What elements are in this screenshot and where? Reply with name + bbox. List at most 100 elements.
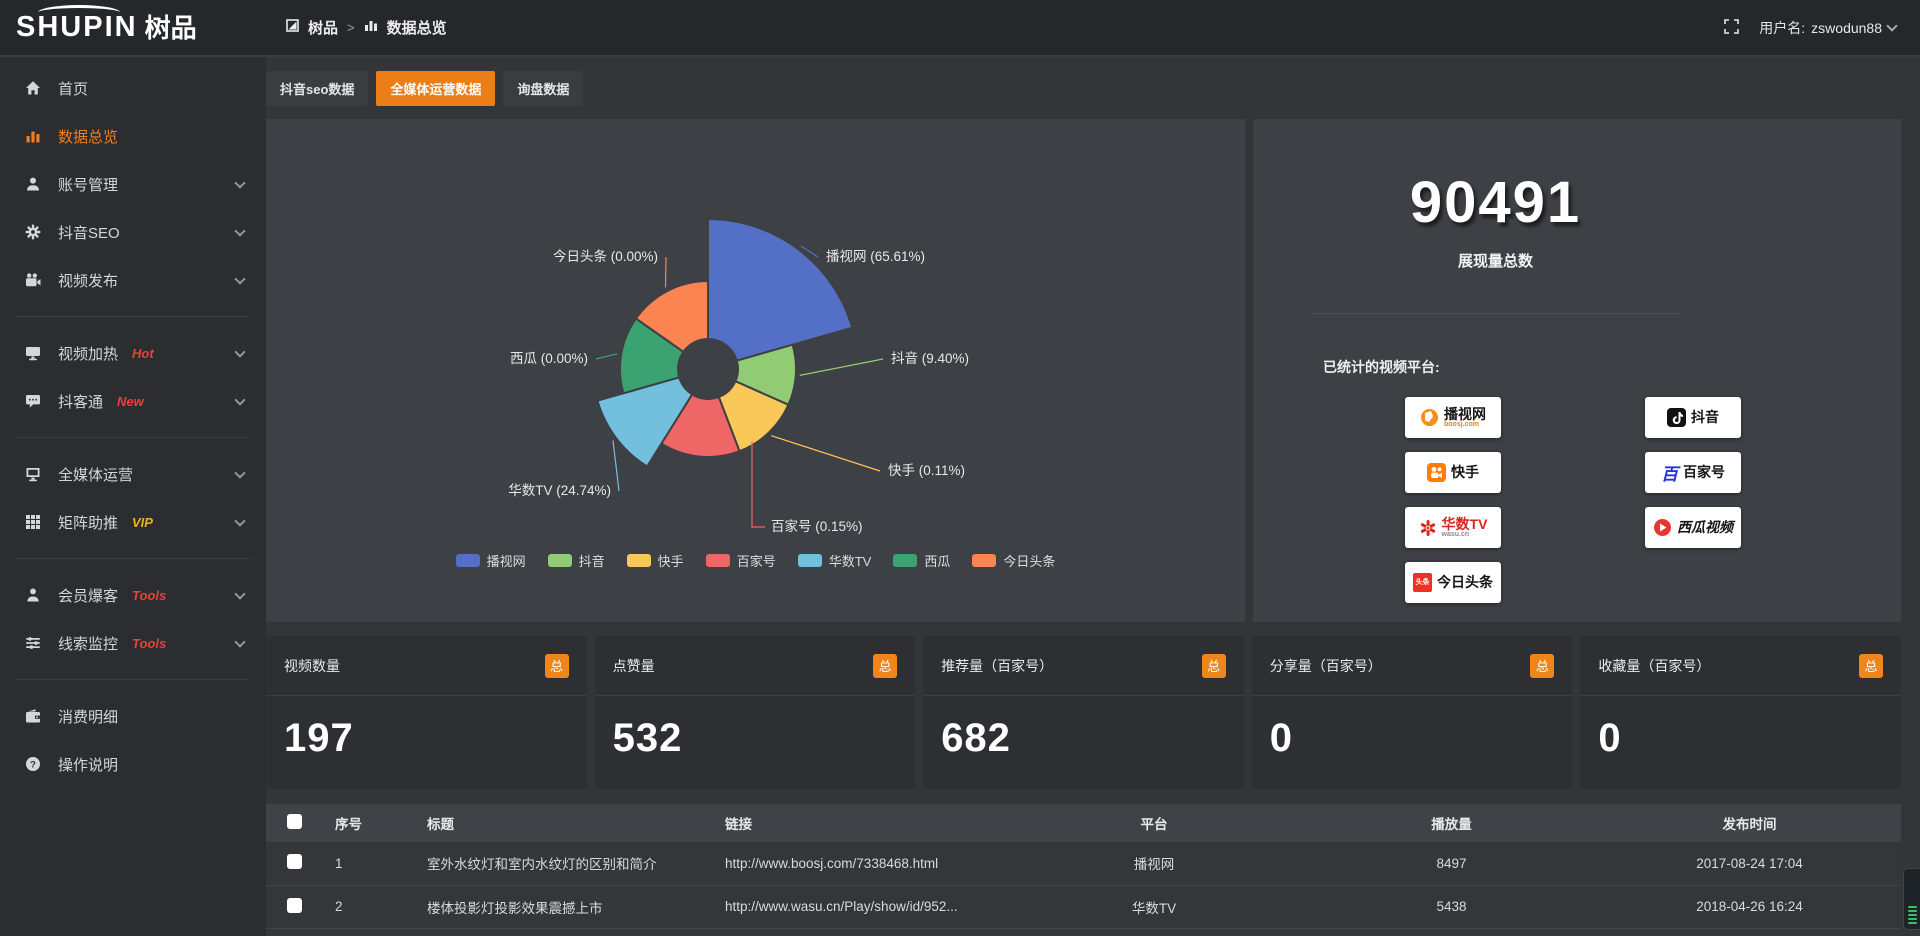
total-badge[interactable]: 总: [545, 654, 569, 678]
total-badge[interactable]: 总: [1202, 654, 1226, 678]
video-title-link[interactable]: 室外水纹灯和室内水纹灯的区别和简介: [415, 842, 713, 885]
video-camera-icon: [24, 271, 42, 289]
data-tabs: 抖音seo数据 全媒体运营数据 询盘数据: [266, 71, 1901, 106]
sidebar-item-account-management[interactable]: 账号管理: [0, 160, 266, 208]
platform-logo-boosj: 播视网 boosj.com: [1405, 397, 1501, 438]
sidebar-item-data-overview[interactable]: 数据总览: [0, 112, 266, 160]
sidebar-item-matrix-boost[interactable]: 矩阵助推 VIP: [0, 498, 266, 546]
pie-label: 华数TV (24.74%): [508, 483, 611, 498]
pie-label: 西瓜 (0.00%): [510, 351, 588, 366]
legend-item-抖音[interactable]: 抖音: [548, 551, 605, 570]
douyin-logo-icon: [1667, 408, 1686, 427]
logo-text-en: SHUPIN: [16, 13, 138, 42]
cell-time: 2018-04-26 16:24: [1598, 885, 1901, 928]
cell-no: 2: [323, 885, 415, 928]
stat-cards-row: 视频数量 总 197 点赞量 总 532 推荐量（百家号） 总 682 分享量（…: [266, 636, 1901, 789]
pie-label: 播视网 (65.61%): [826, 249, 925, 264]
fullscreen-icon[interactable]: [1724, 19, 1739, 37]
sidebar-item-label: 数据总览: [58, 126, 118, 147]
sidebar-item-label: 会员爆客: [58, 585, 118, 606]
legend-item-播视网[interactable]: 播视网: [456, 551, 526, 570]
pie-label-leader: [666, 257, 667, 287]
legend-item-华数TV[interactable]: 华数TV: [798, 551, 872, 570]
video-url-link[interactable]: http://www.boosj.com/7338468.html: [713, 842, 1003, 885]
cell-platform: 播视网: [1003, 842, 1305, 885]
stat-card-title: 分享量（百家号）: [1270, 656, 1382, 676]
legend-label: 华数TV: [829, 551, 872, 570]
sidebar-item-instructions[interactable]: ? 操作说明: [0, 740, 266, 788]
pie-label: 快手 (0.11%): [888, 463, 965, 478]
chevron-down-icon: [234, 394, 245, 405]
toutiao-logo-icon: 头条: [1413, 573, 1432, 592]
sidebar-item-member-baoke[interactable]: 会员爆客 Tools: [0, 571, 266, 619]
row-checkbox[interactable]: [287, 854, 302, 869]
breadcrumb: 树品 > 数据总览: [286, 17, 447, 38]
pie-label: 百家号 (0.15%): [771, 518, 863, 534]
svg-text:?: ?: [30, 759, 36, 770]
breadcrumb-home[interactable]: 树品: [308, 17, 338, 38]
sidebar-item-omnimedia-operation[interactable]: 全媒体运营: [0, 450, 266, 498]
platform-logo-toutiao: 头条 今日头条: [1405, 562, 1501, 603]
tab-omnimedia-data[interactable]: 全媒体运营数据: [376, 71, 495, 106]
legend-item-百家号[interactable]: 百家号: [706, 551, 776, 570]
total-impressions-label: 展现量总数: [1308, 250, 1683, 271]
stat-card-value: 0: [1252, 696, 1573, 761]
browser-plugin-widget[interactable]: [1903, 868, 1920, 930]
pie-label-leader: [752, 441, 765, 527]
pie-slice-播视网[interactable]: [708, 219, 852, 361]
tools-badge: Tools: [132, 636, 166, 651]
platform-name: 快手: [1451, 465, 1479, 480]
bar-chart-icon: [24, 127, 42, 145]
pie-label: 抖音 (9.40%): [891, 350, 969, 366]
summary-panel: 90491 展现量总数 已统计的视频平台: 播视网 boosj.com: [1253, 119, 1901, 622]
stat-card-value: 0: [1580, 696, 1901, 761]
sidebar-item-label: 账号管理: [58, 174, 118, 195]
legend-swatch: [893, 554, 917, 567]
legend-label: 今日头条: [1003, 551, 1055, 570]
total-badge[interactable]: 总: [873, 654, 897, 678]
stat-card-value: 682: [923, 696, 1244, 761]
legend-item-西瓜[interactable]: 西瓜: [893, 551, 950, 570]
question-circle-icon: ?: [24, 755, 42, 773]
legend-item-今日头条[interactable]: 今日头条: [972, 551, 1055, 570]
baijiahao-logo-icon: 百: [1661, 460, 1678, 485]
username-label: 用户名:: [1759, 18, 1805, 38]
stat-card-favorites: 收藏量（百家号） 总 0: [1580, 636, 1901, 789]
sidebar-item-douketong[interactable]: 抖客通 New: [0, 377, 266, 425]
chevron-down-icon: [234, 515, 245, 526]
total-badge[interactable]: 总: [1530, 654, 1554, 678]
video-url-link[interactable]: http://www.wasu.cn/Play/show/id/952...: [713, 885, 1003, 928]
sidebar-item-label: 矩阵助推: [58, 512, 118, 533]
tab-inquiry-data[interactable]: 询盘数据: [503, 71, 583, 106]
sidebar-item-video-heating[interactable]: 视频加热 Hot: [0, 329, 266, 377]
platform-logo-wasu: 华数TV wasu.cn: [1405, 507, 1501, 548]
sidebar-item-home[interactable]: 首页: [0, 64, 266, 112]
legend-item-快手[interactable]: 快手: [627, 551, 684, 570]
chevron-down-icon: [234, 467, 245, 478]
user-menu[interactable]: 用户名: zswodun88: [1759, 18, 1896, 38]
col-header-platform: 平台: [1003, 804, 1305, 842]
stat-card-likes: 点赞量 总 532: [595, 636, 916, 789]
pie-label-leader: [613, 441, 619, 491]
sidebar-item-label: 全媒体运营: [58, 464, 133, 485]
sidebar-item-douyin-seo[interactable]: 抖音SEO: [0, 208, 266, 256]
screen-icon: [24, 465, 42, 483]
green-bar: [1908, 914, 1917, 916]
table-row: 1 室外水纹灯和室内水纹灯的区别和简介 http://www.boosj.com…: [266, 842, 1901, 885]
row-checkbox[interactable]: [287, 898, 302, 913]
platform-logo-kuaishou: 快手: [1405, 452, 1501, 493]
pie-label-leader: [771, 436, 880, 471]
video-title-link[interactable]: 楼体投影灯投影效果震撼上市: [415, 885, 713, 928]
total-badge[interactable]: 总: [1859, 654, 1883, 678]
sidebar-item-spending-details[interactable]: 消费明细: [0, 692, 266, 740]
select-all-checkbox[interactable]: [287, 814, 302, 829]
tab-douyin-seo-data[interactable]: 抖音seo数据: [266, 71, 368, 106]
sidebar-item-label: 线索监控: [58, 633, 118, 654]
total-impressions-value: 90491: [1308, 169, 1683, 236]
col-header-views: 播放量: [1305, 804, 1598, 842]
sidebar-item-lead-monitoring[interactable]: 线索监控 Tools: [0, 619, 266, 667]
platform-subtext: boosj.com: [1444, 421, 1486, 428]
green-bar: [1908, 910, 1917, 912]
legend-swatch: [972, 554, 996, 567]
sidebar-item-video-publish[interactable]: 视频发布: [0, 256, 266, 304]
